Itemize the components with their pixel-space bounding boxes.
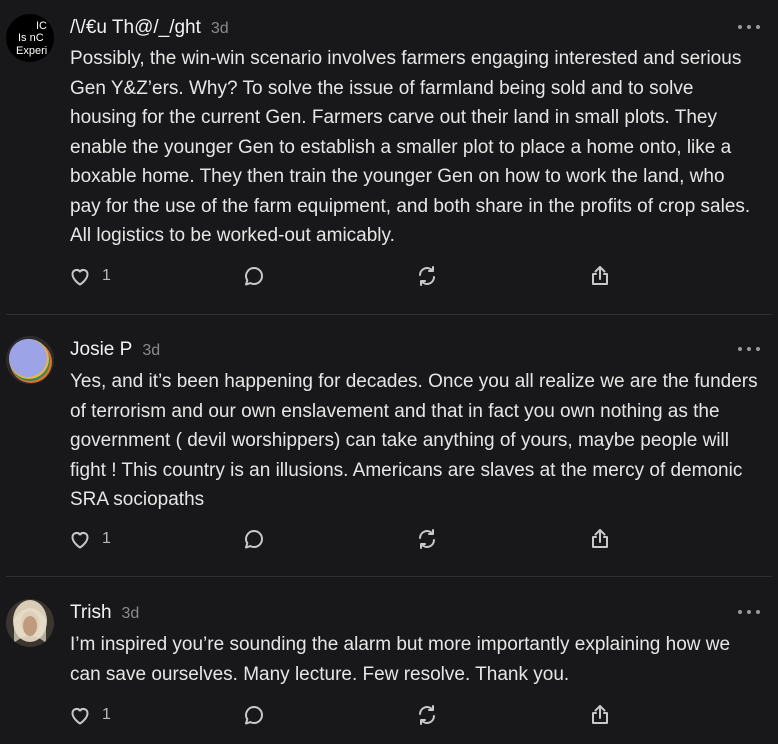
timestamp[interactable]: 3d [142, 342, 160, 360]
divider [6, 576, 772, 577]
speech-bubble-icon [245, 267, 263, 286]
author-name[interactable]: Trish [70, 602, 112, 624]
heart-icon [71, 269, 89, 286]
speech-bubble-icon [245, 706, 263, 725]
comment-header: Trish 3d [70, 602, 139, 624]
avatar-text-line: IC [36, 20, 47, 32]
more-options-icon[interactable] [738, 23, 760, 31]
restack-button[interactable] [415, 527, 439, 551]
share-button[interactable] [588, 703, 612, 727]
timestamp[interactable]: 3d [122, 605, 140, 623]
comment-feed: IC Is nC Experi /\/€u Th@/_/ght 3d Possi… [0, 0, 778, 744]
share-button[interactable] [588, 264, 612, 288]
restack-icon [419, 266, 435, 286]
share-button[interactable] [588, 527, 612, 551]
avatar-text-line: Experi [16, 45, 48, 57]
comment-actions: 1 [68, 703, 628, 727]
comment-text: Possibly, the win-win scenario involves … [70, 48, 751, 246]
like-count: 1 [102, 267, 111, 284]
comment-actions: 1 [68, 527, 628, 551]
reply-button[interactable] [242, 703, 266, 727]
comment-text: Yes, and it’s been happening for decades… [70, 371, 758, 510]
restack-button[interactable] [415, 703, 439, 727]
comment-header: /\/€u Th@/_/ght 3d [70, 17, 229, 39]
reply-button[interactable] [242, 264, 266, 288]
like-count: 1 [102, 530, 111, 547]
share-icon [592, 705, 608, 724]
author-name[interactable]: Josie P [70, 339, 132, 361]
avatar-image [6, 599, 54, 647]
author-name[interactable]: /\/€u Th@/_/ght [70, 17, 201, 39]
comment-actions: 1 [68, 264, 628, 288]
heart-icon [71, 708, 89, 725]
like-button[interactable]: 1 [68, 703, 111, 727]
share-icon [592, 529, 608, 548]
restack-icon [419, 529, 435, 549]
comment-text: I’m inspired you’re sounding the alarm b… [70, 634, 731, 685]
comment-header: Josie P 3d [70, 339, 160, 361]
heart-icon [71, 532, 89, 549]
comment: Trish 3d I’m inspired you’re sounding th… [0, 578, 778, 744]
reply-button[interactable] [242, 527, 266, 551]
restack-button[interactable] [415, 264, 439, 288]
more-options-icon[interactable] [738, 608, 760, 616]
like-count: 1 [102, 706, 111, 723]
avatar-text-line: Is nC [18, 32, 44, 44]
speech-bubble-icon [245, 530, 263, 549]
avatar[interactable]: IC Is nC Experi [6, 14, 54, 62]
divider [6, 314, 772, 315]
restack-icon [419, 705, 435, 725]
share-icon [592, 266, 608, 285]
avatar[interactable] [6, 336, 54, 384]
like-button[interactable]: 1 [68, 264, 111, 288]
more-options-icon[interactable] [738, 345, 760, 353]
comment: Josie P 3d Yes, and it’s been happening … [0, 316, 778, 578]
avatar-image [6, 336, 54, 384]
comment: IC Is nC Experi /\/€u Th@/_/ght 3d Possi… [0, 0, 778, 316]
like-button[interactable]: 1 [68, 527, 111, 551]
timestamp[interactable]: 3d [211, 20, 229, 38]
avatar[interactable] [6, 599, 54, 647]
